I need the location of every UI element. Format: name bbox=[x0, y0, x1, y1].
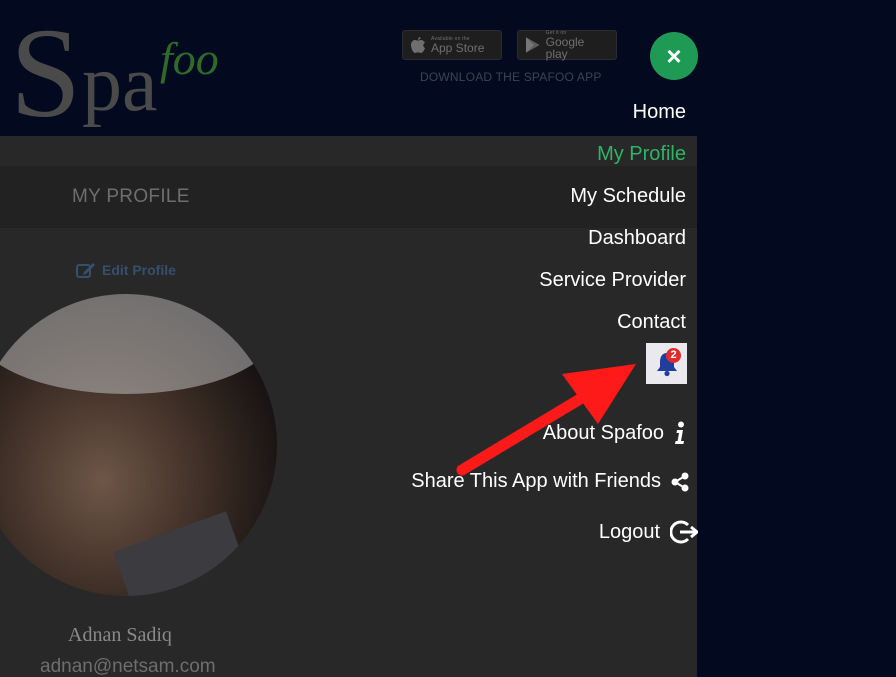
download-app-text: DOWNLOAD THE SPAFOO APP bbox=[420, 70, 602, 84]
menu-item-home[interactable]: Home bbox=[633, 101, 686, 124]
app-store-label: App Store bbox=[431, 40, 485, 55]
background-page: S pa foo Available on the App Store Get … bbox=[0, 0, 697, 677]
menu-item-label: My Schedule bbox=[570, 185, 686, 207]
google-play-icon bbox=[526, 37, 540, 53]
profile-content: MY PROFILE Edit Profile Adnan Sadiq adna… bbox=[0, 136, 697, 677]
avatar bbox=[0, 294, 277, 596]
spafoo-logo: S pa foo bbox=[10, 4, 219, 134]
menu-item-logout[interactable]: Logout bbox=[599, 519, 698, 545]
user-email: adnan@netsam.com bbox=[40, 656, 216, 677]
header: S pa foo Available on the App Store Get … bbox=[0, 0, 697, 136]
google-play-label: Google play bbox=[545, 34, 585, 61]
menu-item-label: Share This App with Friends bbox=[411, 470, 661, 492]
info-icon bbox=[675, 421, 684, 444]
svg-text:foo: foo bbox=[160, 33, 219, 84]
menu-item-dashboard[interactable]: Dashboard bbox=[588, 227, 686, 250]
menu-item-label: Dashboard bbox=[588, 227, 686, 249]
google-play-badge[interactable]: Get it on Google play bbox=[517, 30, 617, 60]
svg-text:S: S bbox=[10, 4, 81, 134]
menu-item-my-profile[interactable]: My Profile bbox=[597, 143, 686, 166]
menu-item-share-app[interactable]: Share This App with Friends bbox=[411, 470, 689, 493]
menu-item-service-provider[interactable]: Service Provider bbox=[539, 269, 686, 292]
user-name: Adnan Sadiq bbox=[68, 624, 172, 646]
menu-item-label: Service Provider bbox=[539, 269, 686, 291]
menu-item-label: About Spafoo bbox=[542, 421, 664, 444]
menu-item-label: Home bbox=[632, 101, 686, 123]
menu-item-my-schedule[interactable]: My Schedule bbox=[570, 185, 686, 208]
menu-item-label: Logout bbox=[598, 520, 660, 543]
svg-text:pa: pa bbox=[82, 40, 158, 128]
app-store-badge[interactable]: Available on the App Store bbox=[402, 30, 502, 60]
share-icon bbox=[671, 472, 689, 491]
close-menu-button[interactable]: × bbox=[650, 32, 698, 80]
menu-item-label: Contact bbox=[617, 311, 686, 333]
menu-item-label: My Profile bbox=[597, 143, 686, 165]
close-icon: × bbox=[666, 40, 682, 71]
menu-item-about-spafoo[interactable]: About Spafoo bbox=[543, 421, 686, 445]
logout-icon bbox=[670, 520, 698, 544]
apple-icon bbox=[411, 37, 425, 53]
page-title: MY PROFILE bbox=[72, 186, 190, 207]
menu-item-contact[interactable]: Contact bbox=[617, 311, 686, 334]
notifications-button[interactable]: 2 bbox=[646, 343, 687, 384]
notification-count-badge: 2 bbox=[666, 348, 681, 363]
edit-profile-label: Edit Profile bbox=[102, 262, 176, 278]
edit-icon bbox=[76, 263, 95, 278]
edit-profile-link[interactable]: Edit Profile bbox=[76, 262, 176, 278]
